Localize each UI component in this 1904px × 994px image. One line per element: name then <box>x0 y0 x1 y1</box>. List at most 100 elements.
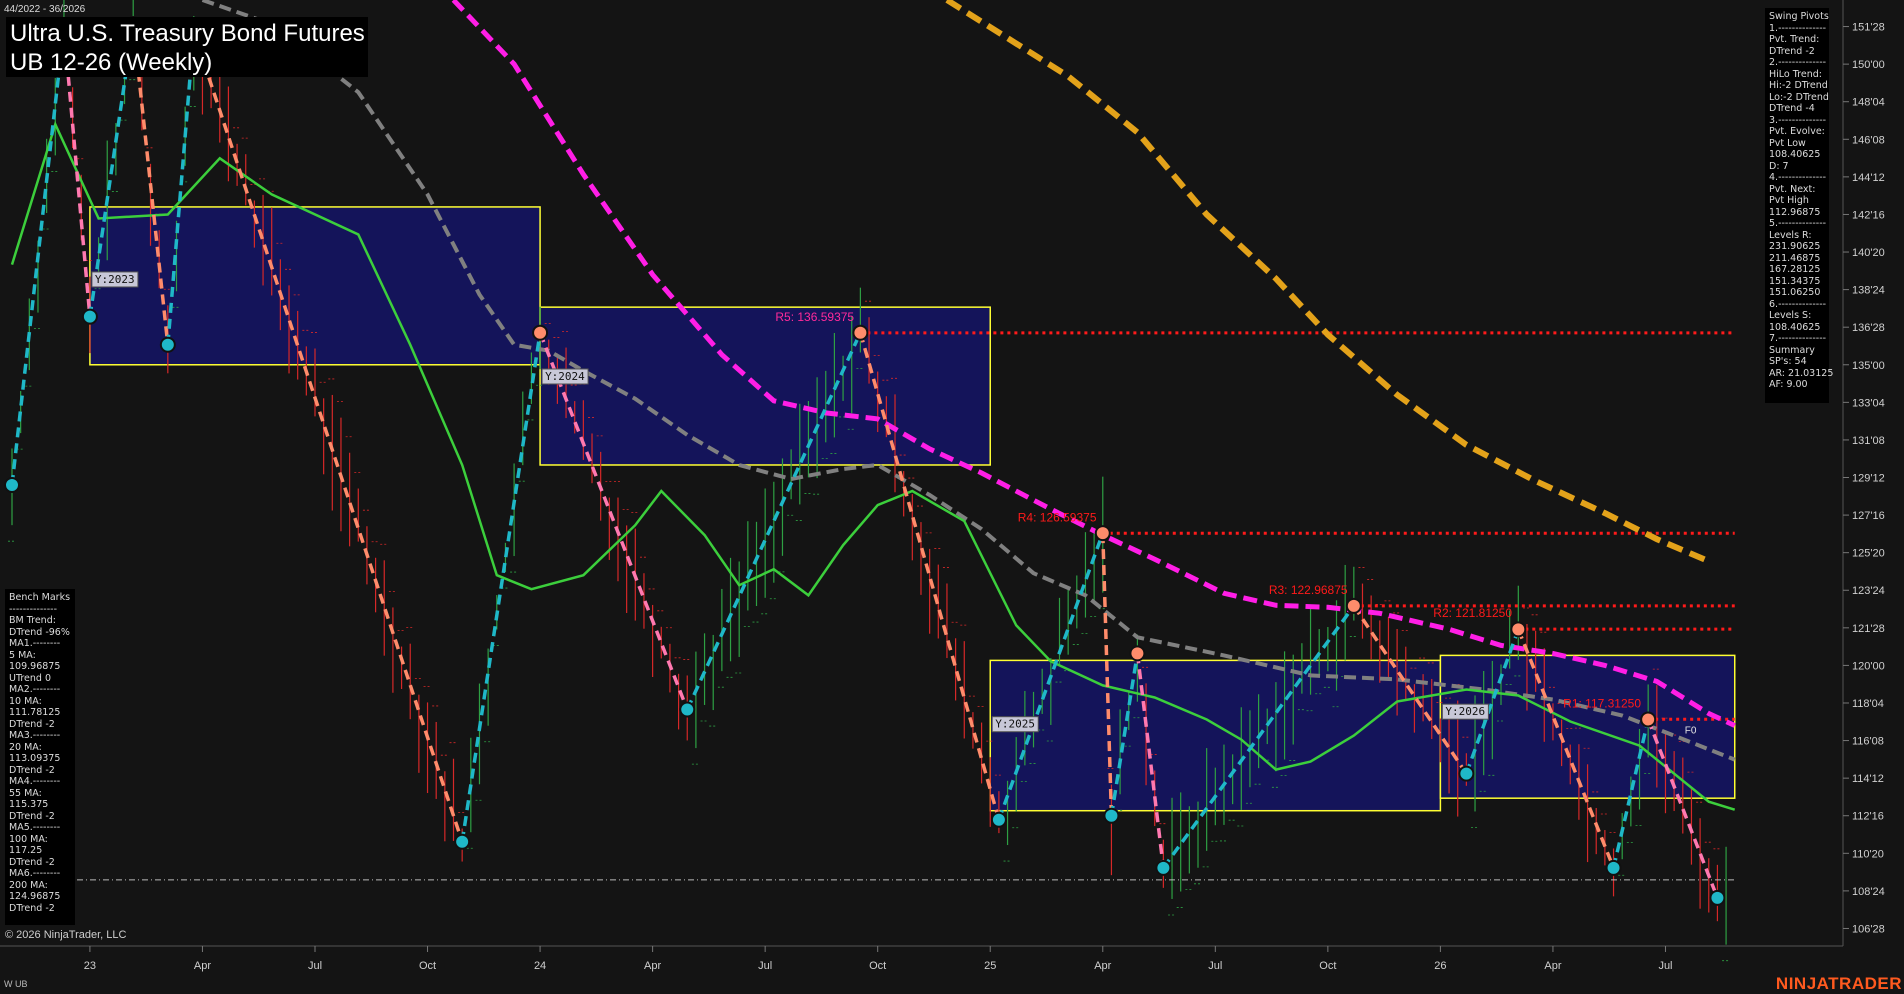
swing-panel-line: 108.40625 <box>1769 149 1821 160</box>
bench-panel-line: 200 MA: <box>9 879 48 891</box>
x-tick-label: 25 <box>984 960 996 972</box>
y-tick-label: 146'08 <box>1852 134 1885 146</box>
swing-low-dot <box>454 833 471 850</box>
x-tick-label: Oct <box>1319 960 1336 972</box>
x-tick-label: Apr <box>194 960 211 972</box>
bench-panel-line: MA2.-------- <box>9 684 61 695</box>
year-label: Y:2026 <box>1445 705 1485 718</box>
x-tick-label: Jul <box>308 960 322 972</box>
x-tick-label: Oct <box>419 960 436 972</box>
swing-panel-line: 167.28125 <box>1769 264 1821 275</box>
resistance-label: R5: 136.59375 <box>775 310 854 324</box>
y-tick-label: 112'16 <box>1852 811 1884 823</box>
swing-high-dot <box>852 324 869 341</box>
y-tick-label: 106'28 <box>1852 923 1885 935</box>
resistance-label: R4: 126.59375 <box>1018 510 1097 524</box>
f0-label: F0 <box>1685 726 1697 737</box>
swing-panel-line: 231.90625 <box>1769 241 1821 252</box>
bench-panel-line: 5 MA: <box>9 649 36 661</box>
swing-panel-line: 4.-------------- <box>1769 172 1827 183</box>
x-tick-label: 26 <box>1434 960 1446 972</box>
y-tick-label: 148'04 <box>1852 97 1885 109</box>
swing-panel-line: DTrend -4 <box>1769 103 1815 114</box>
bench-panel-line: MA4.-------- <box>9 776 61 787</box>
price-chart[interactable]: R5: 136.59375 R4: 126.59375 R3: 122.96875 R… <box>0 0 1904 994</box>
swing-panel-line: 211.46875 <box>1769 252 1821 264</box>
swing-high-dot <box>1094 525 1111 542</box>
y-tick-label: 108'24 <box>1852 886 1885 898</box>
x-tick-label: Apr <box>1094 960 1111 972</box>
y-tick-label: 142'16 <box>1852 209 1885 221</box>
x-tick-label: Jul <box>758 960 772 972</box>
y-tick-label: 118'04 <box>1852 698 1884 710</box>
date-range: 44/2022 - 36/2026 <box>4 4 86 15</box>
x-tick-label: Apr <box>644 960 661 972</box>
y-tick-label: 140'20 <box>1852 247 1885 259</box>
x-tick-label: Jul <box>1208 960 1222 972</box>
y-tick-label: 114'12 <box>1852 773 1884 785</box>
y-tick-label: 116'08 <box>1852 736 1884 748</box>
instrument-label: W UB <box>4 979 28 989</box>
x-tick-label: Apr <box>1544 960 1561 972</box>
swing-low-dot <box>81 308 98 325</box>
swing-low-dot <box>4 477 20 494</box>
swing-high-dot <box>1345 597 1362 614</box>
bench-panel-line: 113.09375 <box>9 753 61 764</box>
swing-low-dot <box>1458 765 1475 782</box>
swing-panel-line: 108.40625 <box>1769 321 1821 333</box>
swing-panel-line: 112.96875 <box>1769 206 1821 218</box>
swing-high-dot <box>1640 711 1657 728</box>
y-tick-label: 129'12 <box>1852 473 1885 485</box>
swing-low-dot <box>990 811 1007 828</box>
y-tick-label: 127'16 <box>1852 510 1885 522</box>
swing-panel-line: 151.34375 <box>1769 275 1821 287</box>
x-tick-label: 23 <box>84 960 96 972</box>
swing-panel-line: Pvt. Evolve: <box>1769 126 1825 137</box>
bench-panel-line: 117.25 <box>9 845 43 856</box>
bench-panel-line: MA1.-------- <box>9 638 61 649</box>
swing-panel-line: 3.-------------- <box>1769 114 1827 126</box>
y-tick-label: 135'00 <box>1852 360 1885 372</box>
bench-panel-line: DTrend -2 <box>9 764 55 776</box>
bench-panel-line: DTrend -2 <box>9 856 55 868</box>
resistance-label: R3: 122.96875 <box>1269 583 1348 597</box>
bench-panel-line: 100 MA: <box>9 833 48 845</box>
swing-panel-line: AF: 9.00 <box>1769 379 1808 390</box>
x-tick-label: 24 <box>534 960 546 972</box>
y-tick-label: 151'28 <box>1852 22 1885 34</box>
swing-panel-line: 7.-------------- <box>1769 333 1827 344</box>
y-tick-label: 138'24 <box>1852 285 1885 297</box>
bench-panel-line: MA6.-------- <box>9 868 61 879</box>
bench-marks-panel: Bench Marks -------------- BM Trend: DTrend… <box>5 589 75 925</box>
bench-panel-line: DTrend -2 <box>9 718 55 730</box>
bench-panel-line: 55 MA: <box>9 787 42 799</box>
swing-panel-line: SP's: 54 <box>1769 356 1807 367</box>
y-tick-label: 133'04 <box>1852 397 1885 409</box>
swing-high-dot <box>1129 645 1146 662</box>
y-tick-label: 125'20 <box>1852 548 1885 560</box>
bench-panel-line: Bench Marks <box>9 592 71 603</box>
swing-panel-line: 5.-------------- <box>1769 218 1827 229</box>
y-tick-label: 131'08 <box>1852 435 1885 447</box>
swing-panel-line: Lo:-2 DTrend <box>1769 91 1829 103</box>
swing-panel-line: 2.-------------- <box>1769 57 1827 68</box>
y-tick-label: 150'00 <box>1852 59 1885 71</box>
year-label: Y:2023 <box>95 273 135 286</box>
year-box <box>89 206 541 366</box>
year-label: Y:2024 <box>545 370 585 383</box>
resistance-label: R1: 117.31250 <box>1563 696 1641 710</box>
bench-panel-line: 109.96875 <box>9 661 61 672</box>
bench-panel-line: -------------- <box>9 603 57 615</box>
swing-low-dot <box>1605 859 1622 876</box>
year-label: Y:2025 <box>995 718 1035 731</box>
bench-panel-line: 124.96875 <box>9 891 61 902</box>
chart-subtitle: UB 12-26 (Weekly) <box>10 49 213 76</box>
x-tick-label: Oct <box>869 960 886 972</box>
y-tick-label: 144'12 <box>1852 172 1885 184</box>
swing-panel-line: Levels S: <box>1769 310 1812 321</box>
swing-low-dot <box>1709 889 1726 906</box>
bench-panel-line: DTrend -96% <box>9 626 70 638</box>
swing-low-dot <box>1103 807 1120 824</box>
swing-low-dot <box>679 701 696 718</box>
swing-panel-line: Hi:-2 DTrend <box>1769 80 1828 91</box>
